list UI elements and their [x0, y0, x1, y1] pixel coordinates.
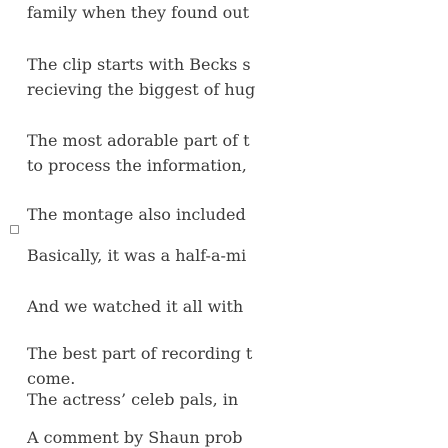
paragraph-8: The actress’ celeb pals, in	[27, 387, 238, 412]
scroll-clip-edge	[0, 0, 448, 4]
paragraph-6: And we watched it all with	[27, 294, 243, 319]
paragraph-3: The most adorable part of t to process t…	[27, 128, 250, 178]
paragraph-5: Basically, it was a half-a-mi	[27, 243, 246, 268]
paragraph-line: The actress’ celeb pals, in	[27, 390, 239, 409]
paragraph-line: The clip starts with Becks s	[27, 55, 251, 74]
paragraph-line: to process the information,	[27, 156, 247, 175]
paragraph-line: family when they found out	[27, 3, 250, 22]
paragraph-line: And we watched it all with	[27, 297, 244, 316]
paragraph-line: The most adorable part of t	[27, 131, 250, 150]
paragraph-2: The clip starts with Becks s recieving t…	[27, 52, 255, 102]
paragraph-9: A comment by Shaun prob	[27, 425, 243, 448]
paragraph-line: A comment by Shaun prob	[27, 428, 243, 447]
paragraph-4: The montage also included	[27, 202, 246, 227]
paragraph-line: recieving the biggest of hug	[27, 80, 256, 99]
paragraph-line: The best part of recording t	[27, 344, 253, 363]
article-body: family when they found out The clip star…	[0, 0, 448, 448]
image-placeholder-icon[interactable]	[10, 225, 19, 234]
paragraph-7: The best part of recording t come.	[27, 341, 252, 391]
paragraph-line: The montage also included	[27, 205, 246, 224]
paragraph-line: come.	[27, 369, 76, 388]
paragraph-line: Basically, it was a half-a-mi	[27, 246, 247, 265]
